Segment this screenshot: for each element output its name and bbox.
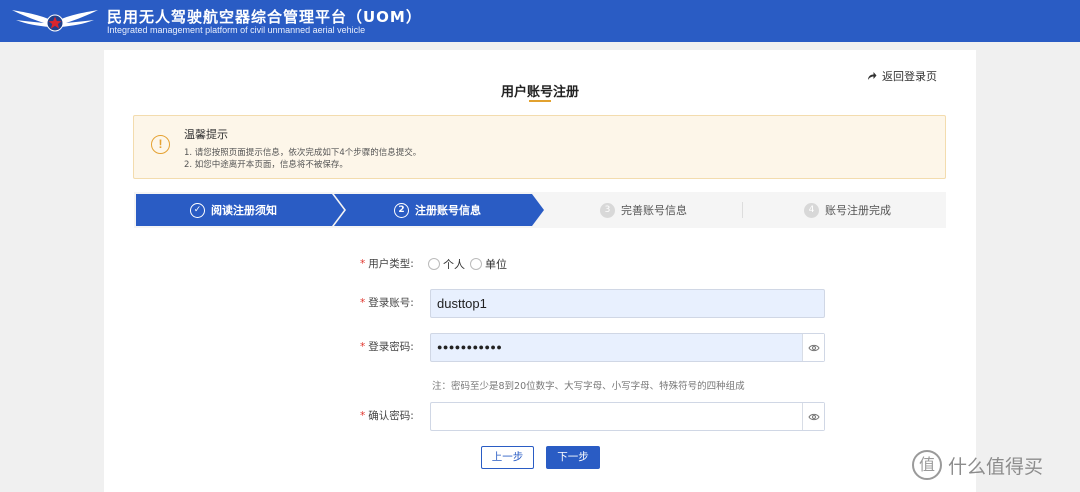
radio-individual[interactable] <box>428 258 440 270</box>
step-divider <box>742 202 743 218</box>
password-label: * 登录密码: <box>360 341 414 353</box>
account-input[interactable]: dusttop1 <box>430 289 825 318</box>
step-number: 2 <box>394 202 409 218</box>
check-icon: ✓ <box>190 202 205 218</box>
radio-individual-label[interactable]: 个人 <box>443 256 465 272</box>
step-complete-info: 3 完善账号信息 <box>600 192 687 228</box>
watermark-badge-icon: 值 <box>912 450 942 480</box>
step-number: 4 <box>804 202 819 218</box>
eye-icon[interactable] <box>802 334 824 361</box>
title-underline <box>529 100 551 102</box>
password-hint: 注：密码至少是8到20位数字、大写字母、小写字母、特殊符号的四种组成 <box>432 381 745 392</box>
account-value: dusttop1 <box>437 296 487 311</box>
notice-line: 2. 如您中途离开本页面，信息将不被保存。 <box>184 160 348 170</box>
confirm-password-input[interactable] <box>430 402 825 431</box>
eye-icon[interactable] <box>802 403 824 430</box>
confirm-password-label: * 确认密码: <box>360 410 414 422</box>
step-number: 3 <box>600 202 615 218</box>
watermark-text: 什么值得买 <box>948 455 1044 478</box>
watermark: 值 什么值得买 <box>912 450 1043 480</box>
prev-step-button[interactable]: 上一步 <box>481 446 534 469</box>
next-step-button[interactable]: 下一步 <box>546 446 600 469</box>
registration-steps: ✓ 阅读注册须知 2 注册账号信息 3 完善账号信息 4 账号注册完成 <box>134 192 946 228</box>
share-arrow-icon <box>868 72 877 80</box>
radio-organization[interactable] <box>470 258 482 270</box>
radio-organization-label[interactable]: 单位 <box>485 256 507 272</box>
step-read-notice: ✓ 阅读注册须知 <box>190 192 277 228</box>
app-title: 民用无人驾驶航空器综合管理平台（UOM） <box>107 8 422 26</box>
page-title: 用户账号注册 <box>500 85 579 100</box>
wings-star-emblem-icon <box>12 10 98 32</box>
top-header-bar: 民用无人驾驶航空器综合管理平台（UOM） Integrated manageme… <box>0 0 1080 42</box>
user-type-radio-group: 个人 单位 <box>428 256 512 272</box>
warning-circle-icon: ! <box>151 135 170 154</box>
registration-card: 返回登录页 用户账号注册 ! 温馨提示 1. 请您按照页面提示信息，依次完成如下… <box>104 50 976 492</box>
notice-line: 1. 请您按照页面提示信息，依次完成如下4个步骤的信息提交。 <box>184 148 422 158</box>
step-finish: 4 账号注册完成 <box>804 192 891 228</box>
step-label: 完善账号信息 <box>621 204 687 217</box>
step-label: 账号注册完成 <box>825 204 891 217</box>
user-type-label: * 用户类型: <box>360 258 414 270</box>
account-label: * 登录账号: <box>360 297 414 309</box>
app-subtitle: Integrated management platform of civil … <box>107 25 366 35</box>
notice-title: 温馨提示 <box>184 128 228 141</box>
password-value: ●●●●●●●●●●● <box>437 342 503 352</box>
password-input[interactable]: ●●●●●●●●●●● <box>430 333 825 362</box>
step-label: 阅读注册须知 <box>211 204 277 217</box>
step-label: 注册账号信息 <box>415 204 481 217</box>
warm-tip-notice: ! 温馨提示 1. 请您按照页面提示信息，依次完成如下4个步骤的信息提交。 2.… <box>133 115 946 179</box>
step-register-account: 2 注册账号信息 <box>394 192 481 228</box>
